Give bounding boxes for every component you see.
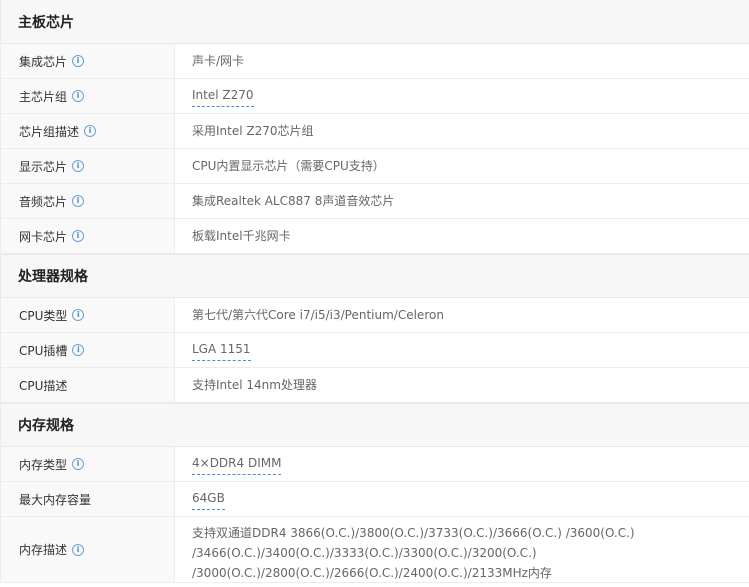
spec-label: CPU类型 (19, 308, 68, 323)
spec-label-cell: 芯片组描述 i (1, 114, 175, 148)
info-icon[interactable]: i (72, 309, 85, 321)
spec-row-integrated-chip: 集成芯片 i 声卡/网卡 (1, 44, 749, 79)
spec-label-cell: 主芯片组 i (1, 79, 175, 113)
spec-value-cell: 采用Intel Z270芯片组 (175, 114, 749, 148)
spec-label-cell: 音频芯片 i (1, 184, 175, 218)
spec-label: 芯片组描述 (19, 124, 80, 139)
spec-label: CPU插槽 (19, 343, 68, 358)
spec-value-cell: Intel Z270 (175, 79, 749, 113)
info-icon[interactable]: i (72, 55, 85, 67)
info-icon[interactable]: i (72, 160, 85, 172)
spec-row-display-chip: 显示芯片 i CPU内置显示芯片（需要CPU支持） (1, 149, 749, 184)
max-memory-link[interactable]: 64GB (192, 488, 225, 510)
info-icon[interactable]: i (72, 90, 85, 102)
spec-value-cell: 板载Intel千兆网卡 (175, 219, 749, 253)
spec-label: CPU描述 (19, 378, 68, 393)
spec-label-cell: 内存描述 i (1, 517, 175, 582)
spec-label: 最大内存容量 (19, 492, 92, 507)
spec-label-cell: CPU描述 (1, 368, 175, 402)
spec-label: 集成芯片 (19, 54, 68, 69)
spec-value: 支持双通道DDR4 3866(O.C.)/3800(O.C.)/3733(O.C… (192, 526, 635, 580)
spec-table: 主板芯片 集成芯片 i 声卡/网卡 主芯片组 i Intel Z270 芯片组描述 i… (0, 0, 749, 583)
spec-row-audio-chip: 音频芯片 i 集成Realtek ALC887 8声道音效芯片 (1, 184, 749, 219)
spec-row-chipset: 主芯片组 i Intel Z270 (1, 79, 749, 114)
info-icon[interactable]: i (72, 458, 85, 470)
spec-value-cell: 4×DDR4 DIMM (175, 447, 749, 481)
section-header-memory-spec: 内存规格 (1, 403, 749, 447)
spec-label-cell: 网卡芯片 i (1, 219, 175, 253)
spec-row-max-memory: 最大内存容量 64GB (1, 482, 749, 517)
section-title: 主板芯片 (18, 14, 74, 31)
chipset-link[interactable]: Intel Z270 (192, 85, 254, 107)
spec-value: 集成Realtek ALC887 8声道音效芯片 (192, 194, 395, 208)
section-header-cpu-spec: 处理器规格 (1, 254, 749, 298)
spec-row-cpu-type: CPU类型 i 第七代/第六代Core i7/i5/i3/Pentium/Cele… (1, 298, 749, 333)
cpu-socket-link[interactable]: LGA 1151 (192, 339, 251, 361)
spec-value-cell: 支持双通道DDR4 3866(O.C.)/3800(O.C.)/3733(O.C… (175, 517, 749, 582)
spec-label-cell: 内存类型 i (1, 447, 175, 481)
spec-value-cell: LGA 1151 (175, 333, 749, 367)
spec-row-nic-chip: 网卡芯片 i 板载Intel千兆网卡 (1, 219, 749, 254)
spec-label: 主芯片组 (19, 89, 68, 104)
spec-value: 采用Intel Z270芯片组 (192, 124, 314, 138)
spec-row-cpu-socket: CPU插槽 i LGA 1151 (1, 333, 749, 368)
spec-value-cell: 集成Realtek ALC887 8声道音效芯片 (175, 184, 749, 218)
spec-label: 音频芯片 (19, 194, 68, 209)
spec-value-cell: 声卡/网卡 (175, 44, 749, 78)
section-header-mainboard-chip: 主板芯片 (1, 0, 749, 44)
info-icon[interactable]: i (72, 230, 85, 242)
spec-row-memory-desc: 内存描述 i 支持双通道DDR4 3866(O.C.)/3800(O.C.)/37… (1, 517, 749, 583)
info-icon[interactable]: i (72, 344, 85, 356)
spec-value-cell: 第七代/第六代Core i7/i5/i3/Pentium/Celeron (175, 298, 749, 332)
info-icon[interactable]: i (72, 543, 85, 556)
spec-label: 内存描述 (19, 543, 68, 557)
spec-value-cell: 64GB (175, 482, 749, 516)
spec-value: CPU内置显示芯片（需要CPU支持） (192, 159, 385, 173)
spec-label-cell: 显示芯片 i (1, 149, 175, 183)
spec-value: 声卡/网卡 (192, 54, 245, 68)
section-title: 内存规格 (18, 418, 74, 434)
spec-label: 内存类型 (19, 457, 68, 472)
spec-label-cell: CPU插槽 i (1, 333, 175, 367)
spec-value-cell: 支持Intel 14nm处理器 (175, 368, 749, 402)
spec-value: 支持Intel 14nm处理器 (192, 378, 317, 392)
spec-label-cell: CPU类型 i (1, 298, 175, 332)
spec-row-cpu-desc: CPU描述 支持Intel 14nm处理器 (1, 368, 749, 403)
spec-value: 板载Intel千兆网卡 (192, 229, 291, 243)
spec-label-cell: 集成芯片 i (1, 44, 175, 78)
info-icon[interactable]: i (72, 195, 85, 207)
spec-value: 第七代/第六代Core i7/i5/i3/Pentium/Celeron (192, 308, 444, 322)
memory-type-link[interactable]: 4×DDR4 DIMM (192, 453, 282, 475)
spec-row-chipset-desc: 芯片组描述 i 采用Intel Z270芯片组 (1, 114, 749, 149)
section-title: 处理器规格 (18, 269, 88, 285)
info-icon[interactable]: i (84, 125, 97, 137)
spec-label: 显示芯片 (19, 159, 68, 174)
spec-row-memory-type: 内存类型 i 4×DDR4 DIMM (1, 447, 749, 482)
spec-value-cell: CPU内置显示芯片（需要CPU支持） (175, 149, 749, 183)
spec-label: 网卡芯片 (19, 229, 68, 244)
spec-label-cell: 最大内存容量 (1, 482, 175, 516)
